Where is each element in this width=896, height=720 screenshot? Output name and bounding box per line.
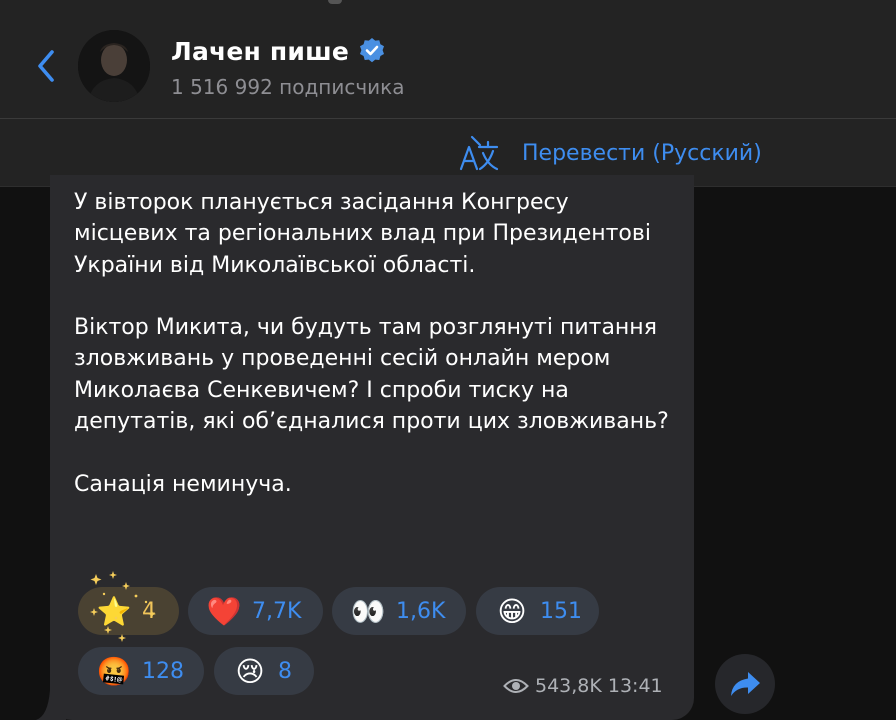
back-button[interactable] xyxy=(30,46,64,86)
translate-icon xyxy=(459,135,499,171)
message-time: 13:41 xyxy=(607,675,663,697)
channel-avatar[interactable] xyxy=(78,30,150,102)
reaction-count: 128 xyxy=(142,658,184,684)
verified-badge-icon xyxy=(360,38,385,63)
reaction-count: 7,7K xyxy=(252,598,302,624)
translate-button[interactable]: Перевести (Русский) xyxy=(458,131,762,175)
heart-icon: ❤️ xyxy=(206,594,242,628)
reaction-eyes[interactable]: 👀 1,6K xyxy=(332,587,466,635)
cursing-face-icon: 🤬 xyxy=(96,654,132,688)
reaction-grin[interactable]: 😁 151 xyxy=(476,587,599,635)
avatar-photo xyxy=(78,30,150,102)
channel-title-row[interactable]: Лачен пише xyxy=(171,36,387,66)
reaction-cursing[interactable]: 🤬 128 xyxy=(78,647,204,695)
crying-face-icon: 😢 xyxy=(235,654,265,688)
grin-icon: 😁 xyxy=(497,594,527,628)
reaction-crying[interactable]: 😢 8 xyxy=(214,647,314,695)
reaction-count: 1,6K xyxy=(396,598,446,624)
reaction-count: 4 xyxy=(142,598,156,624)
status-notch xyxy=(328,0,342,4)
eyes-icon: 👀 xyxy=(350,594,386,628)
star-icon: ⭐ xyxy=(96,594,132,628)
view-count: 543,8K xyxy=(535,675,602,697)
channel-title: Лачен пише xyxy=(171,36,350,66)
bubble-tail xyxy=(36,690,66,720)
share-arrow-icon xyxy=(731,672,760,696)
reaction-star[interactable]: ⭐ 4 xyxy=(78,587,179,635)
chevron-left-icon xyxy=(38,50,54,82)
subscriber-count: 1 516 992 подписчика xyxy=(171,75,405,99)
message-paragraph: У вівторок планується засідання Конгресу… xyxy=(74,190,651,278)
eye-icon xyxy=(503,679,529,693)
message-text: У вівторок планується засідання Конгресу… xyxy=(74,187,674,500)
message-paragraph: Санація неминуча. xyxy=(74,471,292,497)
reaction-count: 8 xyxy=(278,658,292,684)
channel-header: Лачен пише 1 516 992 подписчика xyxy=(0,0,896,119)
message-paragraph: Віктор Микита, чи будуть там розглянуті … xyxy=(74,315,669,435)
message-meta: 543,8K 13:41 xyxy=(503,673,663,699)
reaction-count: 151 xyxy=(540,598,582,624)
reaction-heart[interactable]: ❤️ 7,7K xyxy=(188,587,323,635)
share-button[interactable] xyxy=(715,654,775,714)
translate-label: Перевести (Русский) xyxy=(522,140,762,166)
